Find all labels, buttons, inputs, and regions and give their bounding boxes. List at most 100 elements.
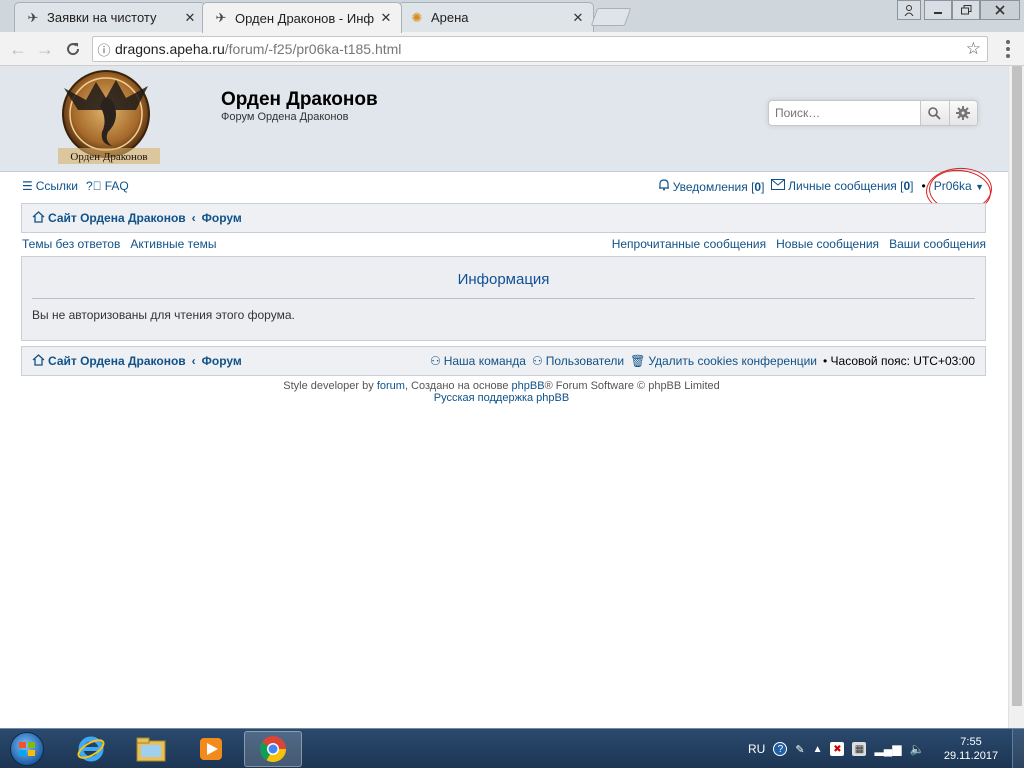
- tab-zayavki[interactable]: ✈ Заявки на чистоту ✕: [14, 2, 206, 32]
- breadcrumb-separator: ‹: [191, 354, 196, 368]
- info-message: Вы не авторизованы для чтения этого фору…: [32, 308, 295, 322]
- start-button[interactable]: [4, 729, 50, 768]
- russian-support-link[interactable]: Русская поддержка phpBB: [434, 392, 569, 404]
- envelope-icon: [771, 179, 786, 193]
- system-tray: RU ? ✎ ▲ ✖ ▦ ▂▄▆ 🔈: [748, 729, 924, 768]
- show-desktop-button[interactable]: [1012, 729, 1024, 768]
- site-title: Орден Драконов: [221, 89, 378, 110]
- copyright: Style developer by forum, Создано на осн…: [0, 380, 1003, 404]
- action-center-icon[interactable]: ✖: [830, 742, 845, 756]
- private-messages-link[interactable]: Личные сообщения [0]: [771, 179, 914, 193]
- bookmark-star-icon[interactable]: ☆: [966, 39, 981, 59]
- chrome-taskbar-icon[interactable]: [244, 731, 302, 767]
- volume-muted-icon[interactable]: 🔈: [909, 742, 924, 756]
- credit-prefix: Style developer by: [283, 380, 374, 392]
- page-scrollbar[interactable]: [1008, 66, 1024, 728]
- notifications-link[interactable]: Уведомления [0]: [658, 178, 764, 194]
- tab-title: Заявки на чистоту: [47, 10, 157, 25]
- network-icon[interactable]: ▂▄▆: [874, 742, 901, 756]
- taskbar: RU ? ✎ ▲ ✖ ▦ ▂▄▆ 🔈 7:55 29.11.2017: [0, 728, 1024, 768]
- device-icon[interactable]: ▦: [852, 742, 867, 756]
- credit-middle: , Создано на основе: [404, 380, 509, 392]
- unread-posts-link[interactable]: Непрочитанные сообщения: [612, 237, 766, 251]
- search-icon: [928, 106, 941, 120]
- browser-menu-icon[interactable]: [1000, 40, 1016, 58]
- breadcrumb-forum-link[interactable]: Форум: [202, 211, 242, 225]
- timezone-label: Часовой пояс:: [830, 354, 910, 368]
- info-heading: Информация: [457, 271, 550, 288]
- quick-links-menu[interactable]: ☰ Ссылки: [22, 179, 78, 193]
- advanced-search-button[interactable]: [948, 101, 977, 125]
- team-icon: ⚇: [429, 354, 441, 368]
- browser-toolbar: ← → ⓘ dragons.apeha.ru/forum/-f25/pr06ka…: [0, 32, 1024, 66]
- timezone-info: • Часовой пояс: UTC+03:00: [822, 354, 975, 368]
- user-menu[interactable]: Pr06ka ▼: [924, 165, 994, 216]
- minimize-button[interactable]: [924, 0, 952, 20]
- faq-link[interactable]: ?⃝ FAQ: [86, 179, 129, 193]
- credit-line: Style developer by forum, Создано на осн…: [0, 380, 1003, 392]
- language-indicator[interactable]: RU: [748, 742, 765, 756]
- breadcrumb: Сайт Ордена Драконов ‹ Форум: [21, 203, 986, 233]
- members-label: Пользователи: [545, 354, 625, 368]
- system-clock[interactable]: 7:55 29.11.2017: [940, 735, 1002, 763]
- breadcrumb-site-link[interactable]: Сайт Ордена Драконов: [48, 211, 186, 225]
- page-viewport: Орден Драконов Орден Драконов Форум Орде…: [0, 66, 1008, 728]
- url-host: dragons.apeha.ru: [115, 41, 225, 57]
- delete-cookies-link[interactable]: 🗑 Удалить cookies конференции: [630, 354, 817, 368]
- trash-icon: 🗑: [630, 354, 646, 368]
- private-messages-label: Личные сообщения: [788, 179, 897, 193]
- info-panel: Информация Вы не авторизованы для чтения…: [21, 256, 986, 341]
- logo-text: Орден Драконов: [70, 151, 147, 163]
- clock-time: 7:55: [960, 736, 982, 748]
- tab-orden-drakonov[interactable]: ✈ Орден Драконов - Инф ✕: [202, 2, 402, 33]
- back-button[interactable]: ←: [6, 37, 30, 61]
- faq-label: FAQ: [104, 179, 129, 193]
- site-description: Форум Ордена Драконов: [221, 111, 349, 123]
- nav-bar: ☰ Ссылки ?⃝ FAQ Уведомления [0] Личные соо…: [22, 165, 994, 216]
- divider: [32, 298, 975, 299]
- unanswered-topics-link[interactable]: Темы без ответов: [22, 237, 120, 251]
- new-posts-link[interactable]: Новые сообщения: [776, 237, 879, 251]
- site-header: Орден Драконов Орден Драконов Форум Орде…: [0, 66, 1008, 172]
- gear-icon: [956, 106, 971, 120]
- your-posts-link[interactable]: Ваши сообщения: [889, 237, 986, 251]
- footer-breadcrumb: Сайт Ордена Драконов ‹ Форум ⚇ Наша коман…: [21, 346, 986, 376]
- browser-tabstrip: ✈ Заявки на чистоту ✕ ✈ Орден Драконов -…: [0, 0, 1024, 33]
- search-button[interactable]: [920, 101, 949, 125]
- credit-suffix: ® Forum Software © phpBB Limited: [544, 380, 720, 392]
- close-window-button[interactable]: [980, 0, 1020, 20]
- reload-button[interactable]: [61, 37, 85, 61]
- close-tab-icon[interactable]: ✕: [571, 10, 585, 26]
- active-topics-link[interactable]: Активные темы: [130, 237, 216, 251]
- bell-icon: [658, 178, 670, 194]
- internet-explorer-icon[interactable]: [62, 731, 120, 767]
- members-link[interactable]: ⚇ Пользователи: [532, 354, 624, 368]
- media-player-icon[interactable]: [182, 731, 240, 767]
- tab-arena[interactable]: ✺ Арена ✕: [398, 2, 594, 32]
- breadcrumb-site-link[interactable]: Сайт Ордена Драконов: [48, 354, 186, 368]
- team-link[interactable]: ⚇ Наша команда: [430, 354, 526, 368]
- site-logo[interactable]: Орден Драконов: [56, 70, 162, 166]
- user-profile-icon[interactable]: [897, 0, 921, 20]
- info-icon[interactable]: ⓘ: [93, 40, 115, 59]
- notifications-count: 0: [754, 180, 762, 194]
- breadcrumb-forum-link[interactable]: Форум: [202, 354, 242, 368]
- scrollbar-thumb[interactable]: [1012, 66, 1022, 706]
- pen-icon[interactable]: ✎: [795, 743, 804, 756]
- forward-button[interactable]: →: [33, 37, 57, 61]
- close-tab-icon[interactable]: ✕: [379, 10, 393, 26]
- help-icon[interactable]: ?: [773, 742, 788, 756]
- address-bar[interactable]: ⓘ dragons.apeha.ru/forum/-f25/pr06ka-t18…: [92, 36, 988, 62]
- file-explorer-icon[interactable]: [122, 731, 180, 767]
- tab-title: Орден Драконов - Инф: [235, 10, 375, 26]
- new-tab-button[interactable]: [590, 8, 632, 26]
- phpbb-link[interactable]: phpBB: [512, 380, 545, 392]
- credit-forum-link[interactable]: forum: [377, 380, 405, 392]
- restore-button[interactable]: [952, 0, 980, 20]
- show-hidden-icons[interactable]: ▲: [813, 744, 823, 755]
- delete-cookies-label: Удалить cookies конференции: [648, 354, 817, 368]
- url-path: /forum/-f25/pr06ka-t185.html: [224, 41, 402, 57]
- search-input[interactable]: [769, 101, 920, 125]
- search-box: [768, 100, 978, 126]
- close-tab-icon[interactable]: ✕: [183, 10, 197, 26]
